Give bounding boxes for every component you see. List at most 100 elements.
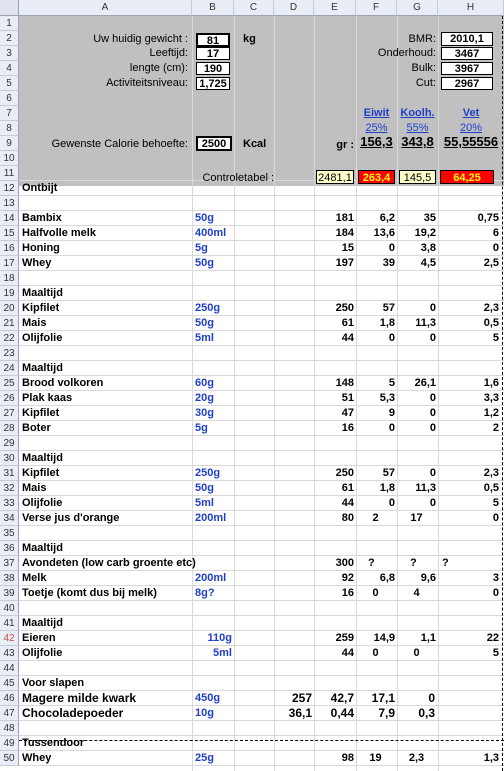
row-header-8[interactable]: 8 xyxy=(0,121,19,136)
calories-value: 98 xyxy=(341,752,354,764)
section-heading: Maaltijd xyxy=(22,287,63,299)
row-header-38[interactable]: 38 xyxy=(0,571,19,586)
column-header-a[interactable]: A xyxy=(19,0,192,16)
bulk-value: 3967 xyxy=(441,62,493,75)
row-header-39[interactable]: 39 xyxy=(0,586,19,601)
gridline-horizontal xyxy=(19,660,504,661)
row-header-30[interactable]: 30 xyxy=(0,451,19,466)
gridline-horizontal xyxy=(19,435,504,436)
select-all-corner[interactable] xyxy=(0,0,19,16)
fat-value: 3 xyxy=(492,572,499,584)
calories-value: 259 xyxy=(335,632,354,644)
row-header-25[interactable]: 25 xyxy=(0,376,19,391)
fat-value: 5 xyxy=(492,647,499,659)
row-header-31[interactable]: 31 xyxy=(0,466,19,481)
row-header-28[interactable]: 28 xyxy=(0,421,19,436)
row-header-27[interactable]: 27 xyxy=(0,406,19,421)
column-header-h[interactable]: H xyxy=(438,0,504,16)
row-header-44[interactable]: 44 xyxy=(0,661,19,676)
gridline-vertical xyxy=(274,16,275,771)
row-header-33[interactable]: 33 xyxy=(0,496,19,511)
onderhoud-label: Onderhoud: xyxy=(377,47,436,59)
row-header-19[interactable]: 19 xyxy=(0,286,19,301)
column-header-b[interactable]: B xyxy=(192,0,234,16)
length-input[interactable]: 190 xyxy=(196,62,230,75)
row-header-37[interactable]: 37 xyxy=(0,556,19,571)
section-heading: Tussendoor xyxy=(22,737,85,749)
row-header-4[interactable]: 4 xyxy=(0,61,19,76)
control-value-4: 64,25 xyxy=(440,170,494,184)
age-input[interactable]: 17 xyxy=(196,47,230,60)
row-header-14[interactable]: 14 xyxy=(0,211,19,226)
row-header-22[interactable]: 22 xyxy=(0,331,19,346)
page-break-horizontal xyxy=(19,740,504,741)
column-header-g[interactable]: G xyxy=(397,0,438,16)
gridline-horizontal xyxy=(19,600,504,601)
row-header-17[interactable]: 17 xyxy=(0,256,19,271)
column-header-e[interactable]: E xyxy=(314,0,356,16)
carbs-value: 35 xyxy=(423,212,436,224)
food-amount: 450g xyxy=(195,692,221,704)
row-header-3[interactable]: 3 xyxy=(0,46,19,61)
row-header-13[interactable]: 13 xyxy=(0,196,19,211)
row-header-10[interactable]: 10 xyxy=(0,151,19,166)
food-name: Avondeten (low carb groente etc) xyxy=(22,557,196,569)
row-header-23[interactable]: 23 xyxy=(0,346,19,361)
vet-percentage: 20% xyxy=(459,122,483,134)
food-amount: 50g xyxy=(195,482,214,494)
row-header-35[interactable]: 35 xyxy=(0,526,19,541)
eiwit-percentage: 25% xyxy=(365,122,388,134)
column-header-f[interactable]: F xyxy=(356,0,397,16)
eiwit-grams: 156,3 xyxy=(360,134,393,149)
row-header-16[interactable]: 16 xyxy=(0,241,19,256)
row-header-15[interactable]: 15 xyxy=(0,226,19,241)
column-header-d[interactable]: D xyxy=(274,0,314,16)
carbs-value: 0 xyxy=(429,467,436,479)
row-header-7[interactable]: 7 xyxy=(0,106,19,121)
row-header-9[interactable]: 9 xyxy=(0,136,19,151)
row-header-36[interactable]: 36 xyxy=(0,541,19,556)
column-header-c[interactable]: C xyxy=(234,0,274,16)
calories-value: 44 xyxy=(341,497,354,509)
row-header-11[interactable]: 11 xyxy=(0,166,19,181)
row-header-45[interactable]: 45 xyxy=(0,676,19,691)
row-header-18[interactable]: 18 xyxy=(0,271,19,286)
row-header-46[interactable]: 46 xyxy=(0,691,19,706)
desired-calories-input[interactable]: 2500 xyxy=(196,136,232,151)
row-header-5[interactable]: 5 xyxy=(0,76,19,91)
row-header-12[interactable]: 12 xyxy=(0,181,19,196)
row-header-32[interactable]: 32 xyxy=(0,481,19,496)
protein-value: 39 xyxy=(382,257,395,269)
row-header-40[interactable]: 40 xyxy=(0,601,19,616)
row-header-42[interactable]: 42 xyxy=(0,631,19,646)
row-header-1[interactable]: 1 xyxy=(0,16,19,31)
row-header-24[interactable]: 24 xyxy=(0,361,19,376)
carbs-value: ? xyxy=(410,557,417,569)
carbs-value: 0 xyxy=(429,422,436,434)
row-header-2[interactable]: 2 xyxy=(0,31,19,46)
row-header-41[interactable]: 41 xyxy=(0,616,19,631)
row-header-47[interactable]: 47 xyxy=(0,706,19,721)
row-header-26[interactable]: 26 xyxy=(0,391,19,406)
row-header-29[interactable]: 29 xyxy=(0,436,19,451)
activity-input[interactable]: 1,725 xyxy=(196,77,230,90)
gridline-horizontal xyxy=(19,765,504,766)
row-header-48[interactable]: 48 xyxy=(0,721,19,736)
gridline-horizontal xyxy=(19,195,504,196)
row-header-50[interactable]: 50 xyxy=(0,751,19,766)
weight-input[interactable]: 81 xyxy=(196,33,230,47)
carbs-value: 11,3 xyxy=(415,482,436,494)
fat-value: 22 xyxy=(486,632,499,644)
carbs-value: 7,9 xyxy=(378,706,395,720)
row-header-34[interactable]: 34 xyxy=(0,511,19,526)
carbs-value: 0 xyxy=(429,392,436,404)
protein-value: 0 xyxy=(388,422,395,434)
row-header-49[interactable]: 49 xyxy=(0,736,19,751)
row-header-43[interactable]: 43 xyxy=(0,646,19,661)
row-header-21[interactable]: 21 xyxy=(0,316,19,331)
fat-value: 0,5 xyxy=(483,482,499,494)
fat-value: 0,5 xyxy=(483,317,499,329)
koolh-header: Koolh. xyxy=(400,107,435,119)
row-header-6[interactable]: 6 xyxy=(0,91,19,106)
row-header-20[interactable]: 20 xyxy=(0,301,19,316)
